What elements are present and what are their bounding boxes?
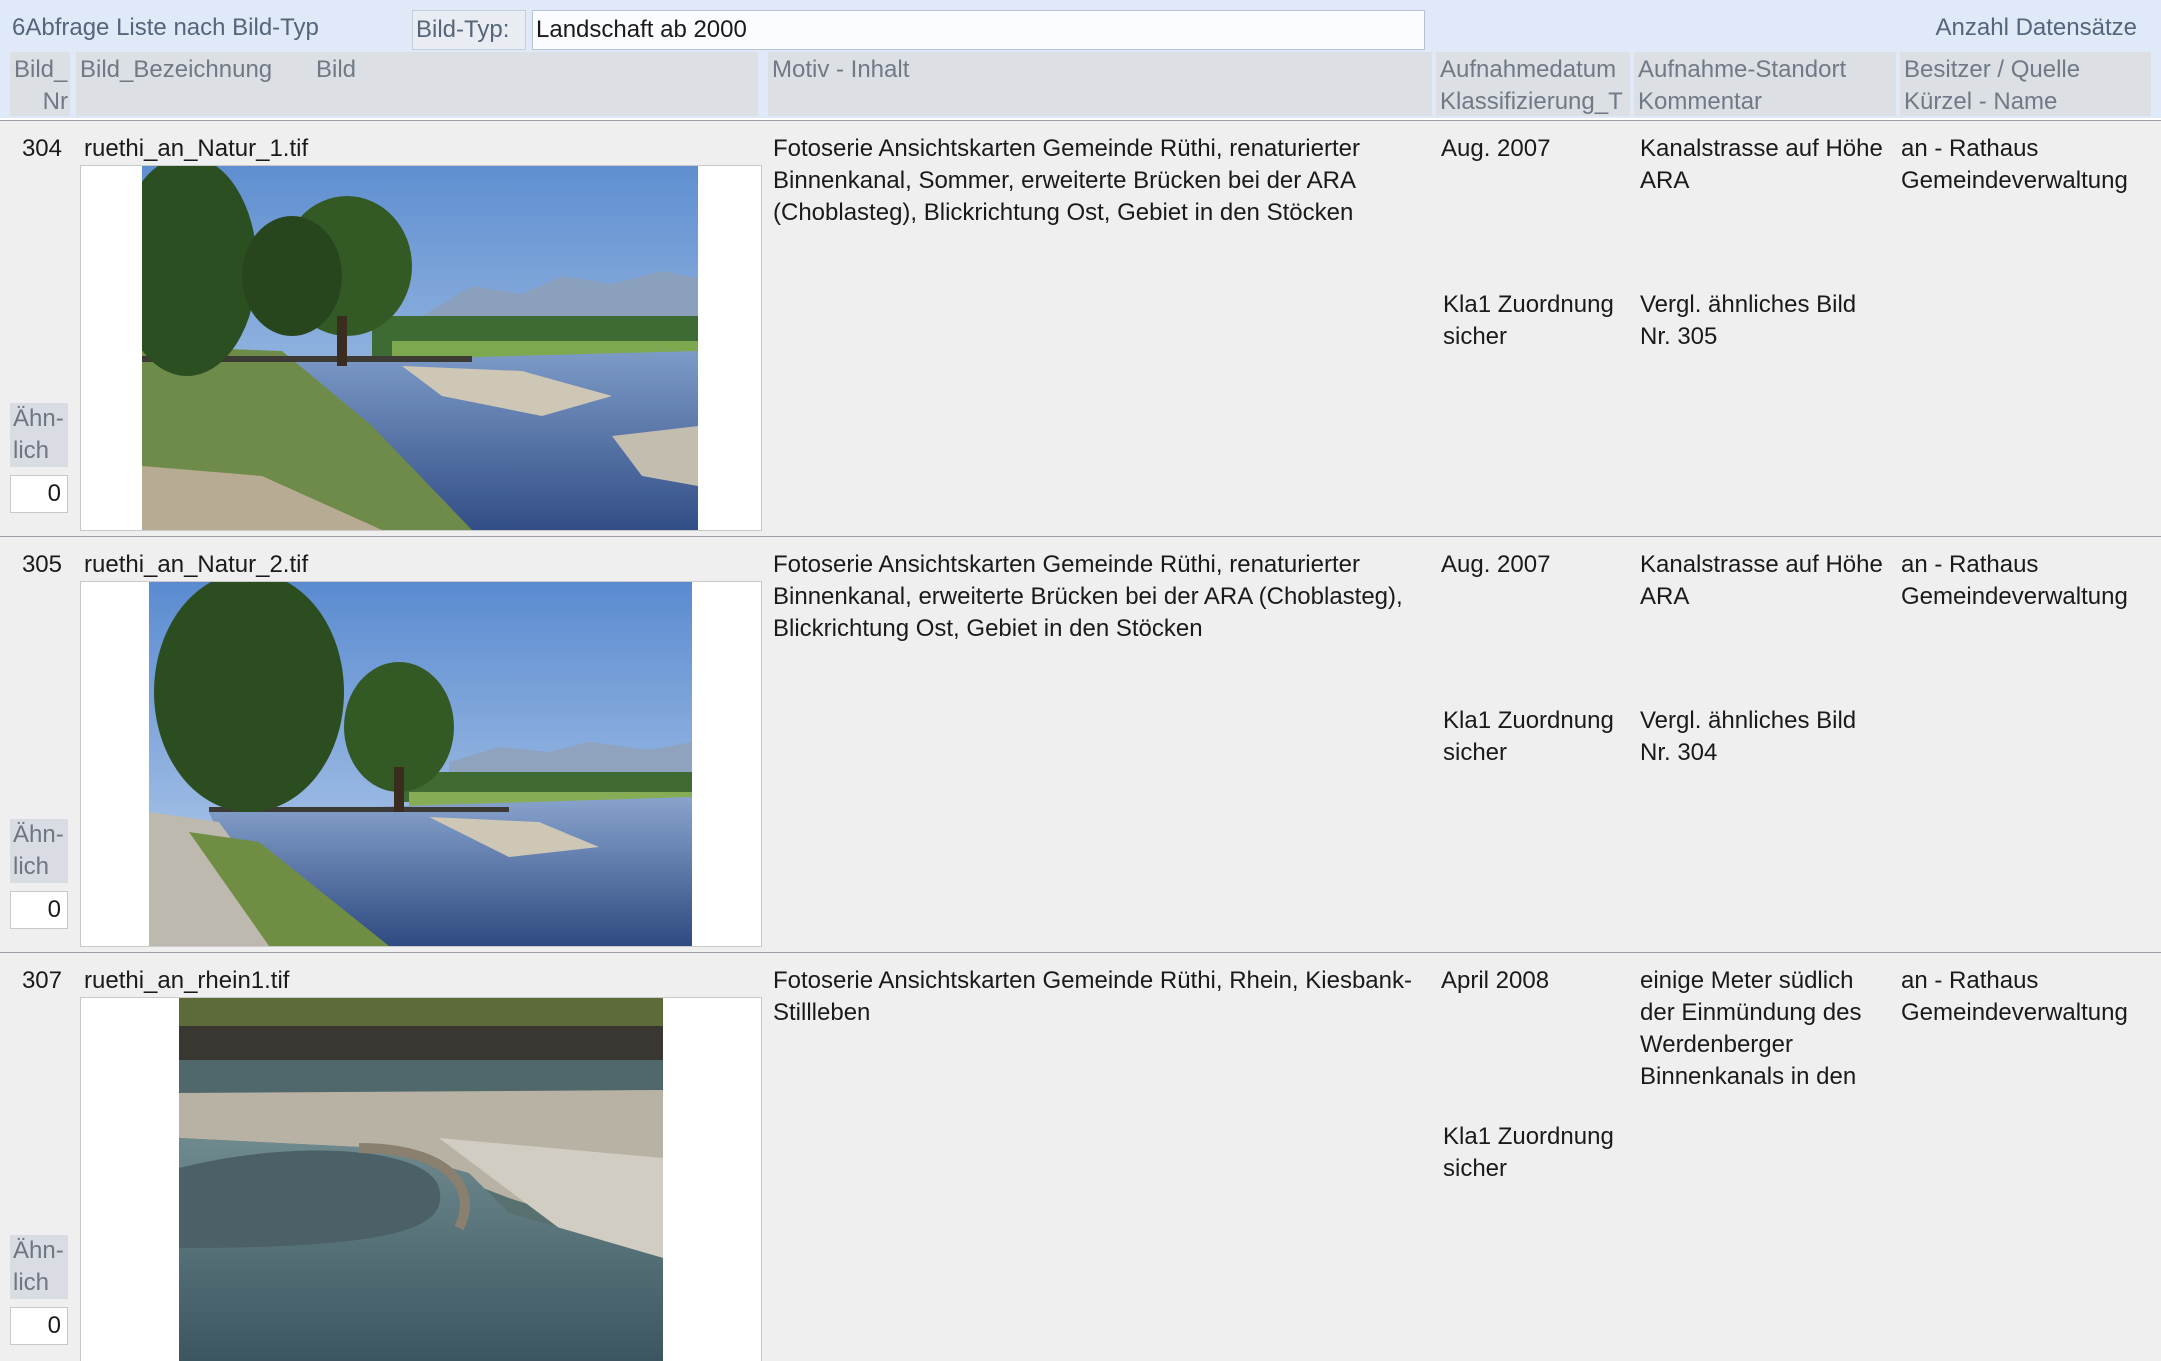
- bild-bezeichnung: ruethi_an_Natur_2.tif: [84, 551, 309, 578]
- aufnahme-standort: Kanalstrasse auf Höhe ARA: [1640, 551, 1883, 610]
- aufnahmedatum: April 2008: [1441, 967, 1550, 994]
- bild-frame: [80, 581, 762, 947]
- landscape-photo: [149, 582, 692, 946]
- klassifizierung: Kla1 Zuordnung sicher: [1443, 707, 1614, 766]
- form-header: 6Abfrage Liste nach Bild-Typ Bild-Typ: L…: [0, 0, 2161, 118]
- besitzer-quelle: an - Rathaus Gemeindeverwaltung: [1901, 967, 2128, 1026]
- klassifizierung: Kla1 Zuordnung sicher: [1443, 291, 1614, 350]
- motiv-inhalt: Fotoserie Ansichtskarten Gemeinde Rüthi,…: [773, 551, 1403, 642]
- column-header-bild: Bild: [316, 56, 357, 83]
- kommentar: Vergl. ähnliches Bild Nr. 305: [1640, 291, 1857, 350]
- aufnahme-standort: Kanalstrasse auf Höhe ARA: [1640, 135, 1883, 194]
- aufnahme-standort: einige Meter südlich der Einmündung des …: [1640, 967, 1862, 1090]
- kommentar: Vergl. ähnliches Bild Nr. 304: [1640, 707, 1857, 766]
- form-title: 6Abfrage Liste nach Bild-Typ: [12, 14, 319, 41]
- motiv-inhalt: Fotoserie Ansichtskarten Gemeinde Rüthi,…: [773, 135, 1360, 226]
- column-header-datum: Aufnahmedatum Klassifizierung_T: [1436, 52, 1630, 116]
- besitzer-quelle: an - Rathaus Gemeindeverwaltung: [1901, 135, 2128, 194]
- record-row[interactable]: 305 ruethi_an_Natur_2.tif Fotoserie Ansi…: [0, 536, 2161, 952]
- aehnlich-count[interactable]: 0: [10, 891, 68, 929]
- column-header-motiv: Motiv - Inhalt: [768, 52, 1432, 116]
- landscape-photo: [142, 166, 698, 530]
- bild-nr: 307: [21, 967, 62, 994]
- bild-nr: 305: [21, 551, 62, 578]
- besitzer-quelle: an - Rathaus Gemeindeverwaltung: [1901, 551, 2128, 610]
- aufnahmedatum: Aug. 2007: [1441, 135, 1551, 162]
- aufnahmedatum: Aug. 2007: [1441, 551, 1551, 578]
- bild-bezeichnung: ruethi_an_Natur_1.tif: [84, 135, 309, 162]
- bild-bezeichnung: ruethi_an_rhein1.tif: [84, 967, 290, 994]
- bild-frame: [80, 997, 762, 1361]
- column-header-bezeichnung: Bild_Bezeichnung: [76, 52, 758, 116]
- bildtyp-label: Bild-Typ:: [412, 10, 526, 50]
- aehnlich-label: Ähn-lich: [10, 819, 68, 883]
- aehnlich-label: Ähn-lich: [10, 1235, 68, 1299]
- bild-frame: [80, 165, 762, 531]
- column-header-besitzer: Besitzer / Quelle Kürzel - Name: [1900, 52, 2151, 116]
- column-header-standort: Aufnahme-Standort Kommentar: [1634, 52, 1896, 116]
- motiv-inhalt: Fotoserie Ansichtskarten Gemeinde Rüthi,…: [773, 967, 1412, 1026]
- bild-nr: 304: [21, 135, 62, 162]
- aehnlich-count[interactable]: 0: [10, 475, 68, 513]
- bildtyp-field[interactable]: Landschaft ab 2000: [532, 10, 1425, 50]
- record-row[interactable]: 304 ruethi_an_Natur_1.tif Fotoserie Ansi…: [0, 120, 2161, 536]
- klassifizierung: Kla1 Zuordnung sicher: [1443, 1123, 1614, 1182]
- record-count-label: Anzahl Datensätze: [1935, 14, 2137, 41]
- aehnlich-count[interactable]: 0: [10, 1307, 68, 1345]
- river-photo: [179, 998, 663, 1361]
- record-row[interactable]: 307 ruethi_an_rhein1.tif Fotoserie Ansic…: [0, 952, 2161, 1361]
- aehnlich-label: Ähn-lich: [10, 403, 68, 467]
- column-header-nr: Bild_ Nr: [10, 52, 70, 116]
